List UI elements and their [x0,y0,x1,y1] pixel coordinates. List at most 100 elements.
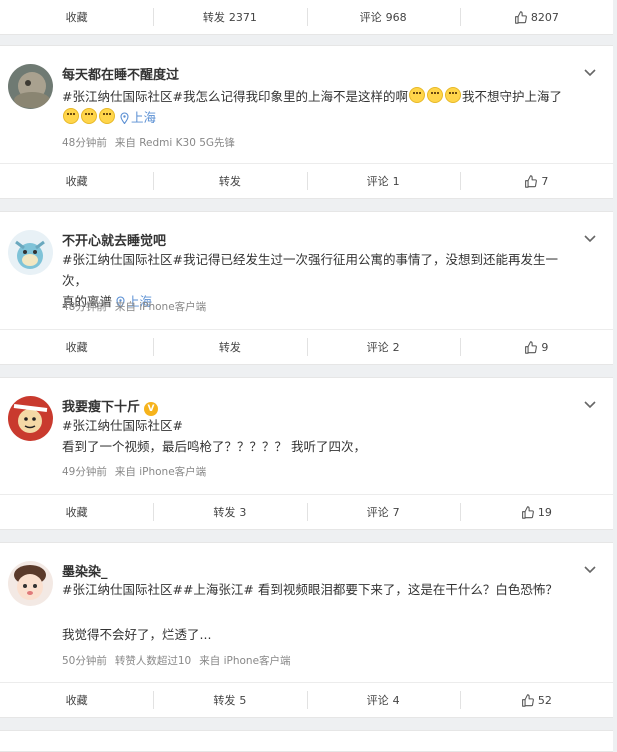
post-text-line2: 看到了一个视频，最后鸣枪了？？？？？ 我听了四次， [62,439,366,454]
comment-count: 7 [392,505,400,519]
comment-label: 评论 [366,506,389,519]
next-post-card [0,730,613,752]
favorite-label: 收藏 [65,506,88,519]
comment-label: 评论 [366,694,389,707]
chevron-down-icon[interactable] [583,234,597,244]
favorite-button[interactable]: 收藏 [0,330,153,364]
like-button[interactable]: 7 [459,164,613,198]
repost-label: 转发 [218,341,241,354]
emoji-icon [408,87,425,103]
favorite-button[interactable]: 收藏 [0,0,153,34]
post-meta: 48分钟前 来自 iPhone客户端 [62,299,214,314]
chevron-down-icon[interactable] [583,565,597,575]
comment-button[interactable]: 评论 7 [306,495,460,529]
favorite-button[interactable]: 收藏 [0,495,153,529]
previous-post-action-bar: 收藏 转发 2371 评论 968 8207 [0,0,613,35]
emoji-icon [426,87,443,103]
favorite-label: 收藏 [65,694,88,707]
like-count: 8207 [530,10,559,24]
post-time[interactable]: 48分钟前 [62,301,107,313]
avatar[interactable] [8,64,53,109]
post-meta: 49分钟前 来自 iPhone客户端 [62,464,214,479]
repost-label: 转发 [213,506,236,519]
post-text-line1: #张江纳仕国际社区# [62,418,183,433]
emoji-icon [444,87,461,103]
comment-label: 评论 [359,11,382,24]
username[interactable]: 不开心就去睡觉吧 [62,230,166,249]
repost-button[interactable]: 转发 2371 [153,0,306,34]
repost-button[interactable]: 转发 3 [153,495,306,529]
location-label: 上海 [130,110,156,125]
post-text-line2: 我不想守护上海了 [461,89,562,104]
favorite-label: 收藏 [65,341,88,354]
post-text: #张江纳仕国际社区# 看到了一个视频，最后鸣枪了？？？？？ 我听了四次， [62,415,582,457]
thumb-up-icon [525,174,538,188]
comment-count: 1 [392,174,400,188]
username[interactable]: 墨染染_ [62,561,108,580]
post-card: 墨染染_ #张江纳仕国际社区##上海张江# 看到视频眼泪都要下来了，这是在干什么… [0,542,613,718]
comment-button[interactable]: 评论 1 [306,164,460,198]
chevron-down-icon[interactable] [583,68,597,78]
post-time[interactable]: 48分钟前 [62,137,107,149]
location-pin-icon [120,112,129,124]
favorite-label: 收藏 [65,11,88,24]
like-count: 19 [537,505,552,519]
avatar[interactable] [8,396,53,441]
avatar[interactable] [8,561,53,606]
like-button[interactable]: 9 [459,330,613,364]
comment-label: 评论 [366,341,389,354]
post-meta: 48分钟前 来自 Redmi K30 5G先锋 [62,135,243,150]
comment-label: 评论 [366,175,389,188]
repost-count: 2371 [228,10,257,24]
like-button[interactable]: 8207 [459,0,613,34]
thumb-up-icon [525,340,538,354]
repost-label: 转发 [218,175,241,188]
post-text-line2: 我觉得不会好了，烂透了... [62,627,212,642]
like-button[interactable]: 19 [459,495,613,529]
post-source: 来自 iPhone客户端 [114,301,207,313]
like-button[interactable]: 52 [459,683,613,717]
comment-count: 968 [385,10,407,24]
repost-button[interactable]: 转发 [153,330,306,364]
verified-badge-icon: V [144,402,159,416]
repost-button[interactable]: 转发 [153,164,306,198]
emoji-icon [63,108,79,124]
post-card: 我要瘦下十斤 V #张江纳仕国际社区# 看到了一个视频，最后鸣枪了？？？？？ 我听… [0,377,613,530]
post-source: 来自 iPhone客户端 [199,655,291,667]
favorite-label: 收藏 [65,175,88,188]
post-text: 我觉得不会好了，烂透了... [62,624,582,645]
post-text: #张江纳仕国际社区##上海张江# 看到视频眼泪都要下来了，这是在干什么？白色恐怖… [62,579,582,600]
comment-button[interactable]: 评论 4 [306,683,460,717]
post-text-line1: #张江纳仕国际社区#我记得已经发生过一次强行征用公寓的事情了，没想到还能再发生一… [62,252,558,288]
comment-count: 2 [392,340,400,354]
chevron-down-icon[interactable] [583,400,597,410]
favorite-button[interactable]: 收藏 [0,683,153,717]
favorite-button[interactable]: 收藏 [0,164,153,198]
repost-button[interactable]: 转发 5 [153,683,306,717]
post-card: 每天都在睡不醒度过 #张江纳仕国际社区#我怎么记得我印象里的上海不是这样的啊 我不… [0,45,613,199]
post-text-line1: #张江纳仕国际社区#我怎么记得我印象里的上海不是这样的啊 [62,89,408,104]
post-text-line1: #张江纳仕国际社区##上海张江# 看到视频眼泪都要下来了，这是在干什么？白色恐怖… [62,582,558,597]
post-card: 不开心就去睡觉吧 #张江纳仕国际社区#我记得已经发生过一次强行征用公寓的事情了，… [0,211,613,365]
like-count: 52 [537,693,552,707]
username[interactable]: 每天都在睡不醒度过 [62,64,179,83]
thumb-up-icon [514,10,527,24]
like-count: 7 [541,174,549,188]
comment-button[interactable]: 评论 968 [306,0,460,34]
username-text[interactable]: 我要瘦下十斤 [62,400,140,415]
repost-label: 转发 [202,11,225,24]
location-tag[interactable]: 上海 [120,110,156,125]
thumb-up-icon [521,505,534,519]
post-time[interactable]: 49分钟前 [62,466,107,478]
emoji-icon [99,108,115,124]
like-count: 9 [541,340,549,354]
repost-label: 转发 [213,694,236,707]
comment-button[interactable]: 评论 2 [306,330,460,364]
repost-count: 3 [239,505,247,519]
post-source: 来自 iPhone客户端 [114,466,207,478]
username: 我要瘦下十斤 V [62,396,159,416]
post-time[interactable]: 50分钟前 [62,655,107,667]
post-meta: 50分钟前 转赞人数超过10 来自 iPhone客户端 [62,653,299,668]
post-extra: 转赞人数超过10 [114,655,192,667]
avatar[interactable] [8,230,53,275]
